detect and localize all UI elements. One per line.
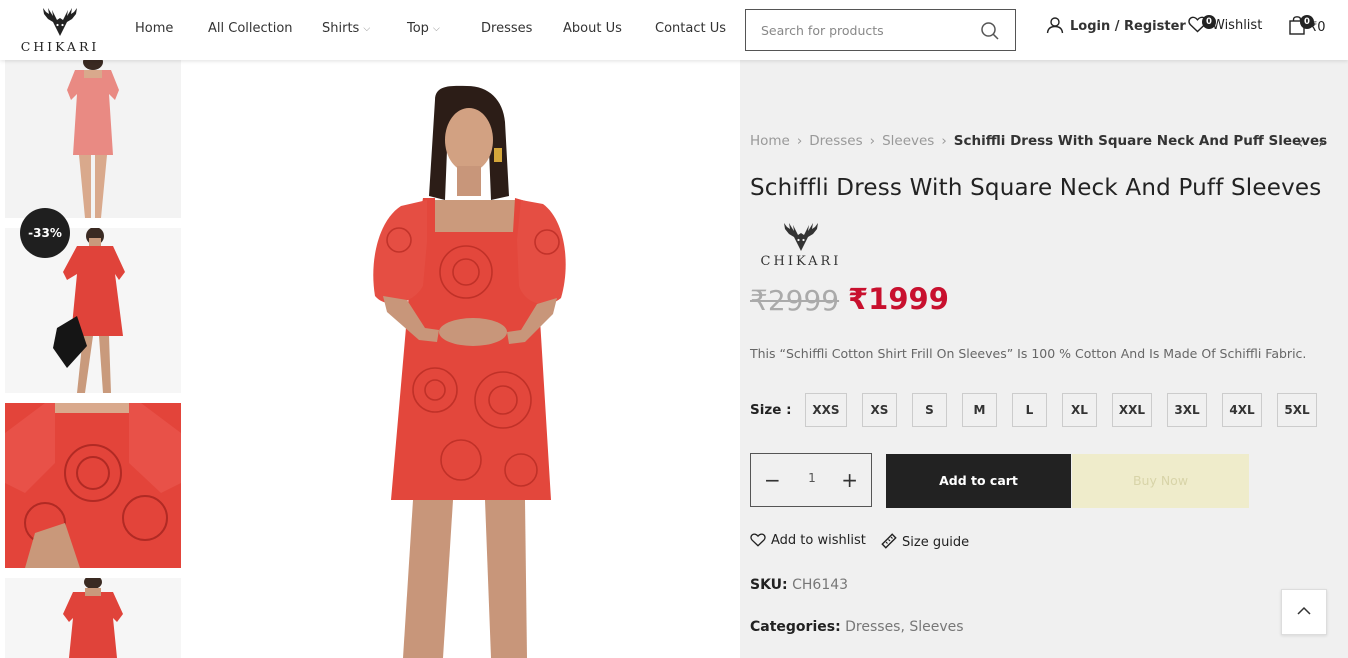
cart-link[interactable]: ₹0 0 xyxy=(1289,15,1326,44)
site-header: CHIKARI Home All Collection Shirts ⌵ Top ⌵… xyxy=(0,0,1348,60)
login-register-link[interactable]: Login / Register xyxy=(1046,16,1186,44)
nav-label: All Collection xyxy=(208,21,293,36)
product-title: Schiffli Dress With Square Neck And Puff… xyxy=(750,175,1322,201)
breadcrumb: Home › Dresses › Sleeves › Schiffli Dress With… xyxy=(750,133,1327,149)
user-icon xyxy=(1046,17,1064,34)
brand-logo[interactable]: CHIKARI xyxy=(754,216,848,278)
categories-row: Categories: Dresses, Sleeves xyxy=(750,619,964,635)
nav-label: Home xyxy=(135,21,174,36)
search-icon[interactable] xyxy=(980,21,1000,41)
add-to-wishlist-label: Add to wishlist xyxy=(771,533,866,548)
categories-label: Categories: xyxy=(750,619,841,635)
nav-all-collection[interactable]: All Collection xyxy=(208,21,293,36)
nav-top[interactable]: Top ⌵ xyxy=(407,21,440,36)
size-option-xxs[interactable]: XXS xyxy=(805,393,847,427)
thumbnail-detail-close-up[interactable] xyxy=(5,403,181,568)
prev-product-icon[interactable]: ‹ xyxy=(1297,133,1303,152)
sku-row: SKU: CH6143 xyxy=(750,577,848,593)
dress-back-image xyxy=(5,578,181,658)
chevron-up-icon xyxy=(1297,606,1311,615)
sku-value: CH6143 xyxy=(792,577,849,593)
logo-text: CHIKARI xyxy=(20,39,100,54)
site-logo[interactable]: CHIKARI xyxy=(14,2,106,60)
nav-home[interactable]: Home xyxy=(135,21,173,36)
ruler-icon xyxy=(881,533,897,549)
size-option-m[interactable]: M xyxy=(962,393,997,427)
chevron-down-icon: ⌵ xyxy=(432,24,440,34)
wishlist-label: Wishlist xyxy=(1212,18,1263,33)
stag-brand-icon xyxy=(784,223,818,251)
nav-about-us[interactable]: About Us xyxy=(563,21,622,36)
nav-dresses[interactable]: Dresses xyxy=(481,21,532,36)
heart-icon xyxy=(750,533,766,547)
chevron-right-icon: › xyxy=(941,133,947,149)
search-input[interactable] xyxy=(761,21,971,39)
category-link-sleeves[interactable]: Sleeves xyxy=(909,619,963,635)
add-to-wishlist-link[interactable]: Add to wishlist xyxy=(750,533,866,548)
next-product-icon[interactable]: › xyxy=(1318,133,1324,152)
quantity-input[interactable]: 1 xyxy=(796,471,828,485)
original-price: ₹2999 xyxy=(750,284,840,317)
wishlist-link[interactable]: Wishlist 0 xyxy=(1188,15,1263,44)
sku-label: SKU: xyxy=(750,577,788,593)
size-option-4xl[interactable]: 4XL xyxy=(1222,393,1262,427)
nav-label: Top xyxy=(407,21,429,36)
breadcrumb-home[interactable]: Home xyxy=(750,133,790,149)
size-option-xxl[interactable]: XXL xyxy=(1112,393,1152,427)
size-option-xl[interactable]: XL xyxy=(1062,393,1097,427)
short-description: This “Schiffli Cotton Shirt Frill On Sle… xyxy=(750,346,1307,361)
model-dress-image xyxy=(191,60,740,658)
decrease-quantity-button[interactable]: − xyxy=(764,468,781,492)
nav-label: Contact Us xyxy=(655,21,726,36)
size-option-3xl[interactable]: 3XL xyxy=(1167,393,1207,427)
size-option-l[interactable]: L xyxy=(1012,393,1047,427)
size-guide-label: Size guide xyxy=(902,535,970,550)
main-product-image[interactable] xyxy=(191,60,740,658)
size-option-xs[interactable]: XS xyxy=(862,393,897,427)
chevron-right-icon: › xyxy=(869,133,876,149)
quantity-stepper: − 1 + xyxy=(750,453,872,507)
chevron-right-icon: › xyxy=(796,133,803,149)
nav-shirts[interactable]: Shirts ⌵ xyxy=(322,21,370,36)
size-option-5xl[interactable]: 5XL xyxy=(1277,393,1317,427)
brand-text: CHIKARI xyxy=(760,254,842,269)
sale-badge: -33% xyxy=(20,208,70,258)
dress-front-image xyxy=(5,60,181,218)
thumbnail-back-view[interactable] xyxy=(5,578,181,658)
nav-label: Dresses xyxy=(481,21,533,36)
scroll-to-top-button[interactable] xyxy=(1281,589,1327,635)
cart-count-badge: 0 xyxy=(1300,15,1314,29)
size-label: Size : xyxy=(750,402,792,418)
sale-price: ₹1999 xyxy=(848,282,949,316)
login-label: Login / Register xyxy=(1070,19,1186,34)
chevron-down-icon: ⌵ xyxy=(363,24,371,34)
nav-label: Shirts xyxy=(322,21,360,36)
size-option-s[interactable]: S xyxy=(912,393,947,427)
increase-quantity-button[interactable]: + xyxy=(841,468,858,492)
wishlist-count-badge: 0 xyxy=(1202,15,1216,29)
size-guide-link[interactable]: Size guide xyxy=(881,533,969,550)
breadcrumb-current: Schiffli Dress With Square Neck And Puff… xyxy=(953,133,1328,149)
stag-logo-icon xyxy=(43,8,77,36)
nav-contact-us[interactable]: Contact Us xyxy=(655,21,726,36)
add-to-cart-button[interactable]: Add to cart xyxy=(886,454,1071,508)
product-summary: Home › Dresses › Sleeves › Schiffli Dress With… xyxy=(740,60,1348,658)
category-link-dresses[interactable]: Dresses xyxy=(845,619,900,635)
breadcrumb-sleeves[interactable]: Sleeves xyxy=(882,133,934,149)
search-box xyxy=(745,9,1016,51)
thumbnail-gallery: -33% xyxy=(0,60,191,658)
buy-now-button[interactable]: Buy Now xyxy=(1072,454,1249,508)
dress-detail-image xyxy=(5,403,181,568)
breadcrumb-dresses[interactable]: Dresses xyxy=(809,133,862,149)
nav-label: About Us xyxy=(563,21,622,36)
thumbnail-front-view[interactable] xyxy=(5,60,181,218)
